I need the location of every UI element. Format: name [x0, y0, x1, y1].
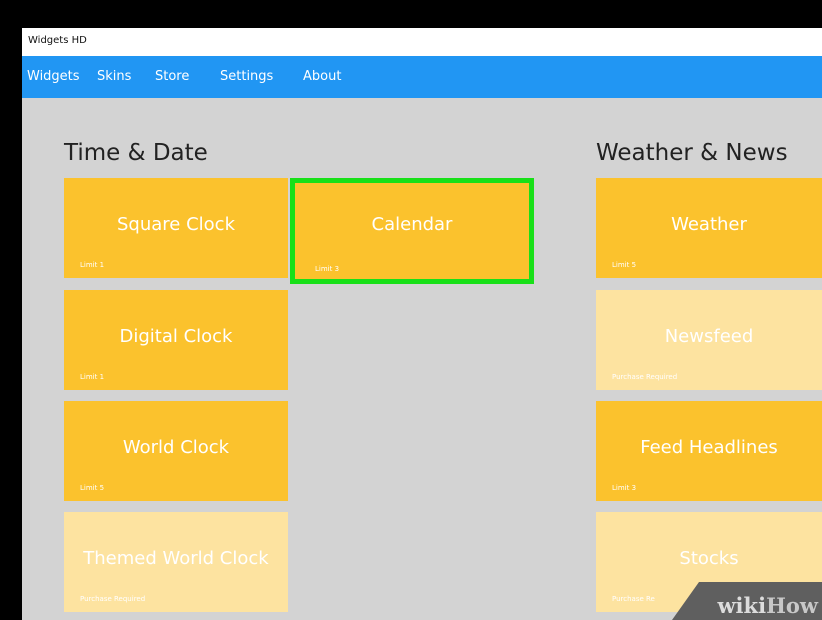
tile-name: Weather — [671, 214, 747, 235]
section-title-weather-news: Weather & News — [596, 140, 788, 166]
tile-status: Purchase Required — [80, 595, 146, 603]
wikihow-logo-part2: How — [766, 593, 818, 618]
nav-skins[interactable]: Skins — [97, 69, 131, 84]
nav-store[interactable]: Store — [155, 69, 189, 84]
tile-digital-clock[interactable]: Digital Clock Limit 1 — [64, 290, 288, 390]
section-title-time-date: Time & Date — [64, 140, 208, 166]
tile-status: Limit 5 — [612, 261, 637, 269]
app-title: Widgets HD — [28, 35, 87, 46]
tile-name: Stocks — [679, 548, 739, 569]
tile-name: Newsfeed — [664, 326, 754, 347]
nav-settings[interactable]: Settings — [220, 69, 273, 84]
tile-status: Purchase Re — [612, 595, 655, 603]
tile-name: Digital Clock — [119, 326, 233, 347]
widgets-app-window: Widgets HD Widgets Skins Store Settings … — [22, 28, 822, 620]
nav-bar: Widgets Skins Store Settings About — [22, 56, 822, 98]
nav-about[interactable]: About — [303, 69, 341, 84]
tile-world-clock[interactable]: World Clock Limit 5 — [64, 401, 288, 501]
tile-status: Limit 3 — [612, 484, 637, 492]
tile-feed-headlines[interactable]: Feed Headlines Limit 3 — [596, 401, 822, 501]
wikihow-logo-part1: wiki — [717, 593, 767, 618]
wikihow-logo: wikiHow — [717, 593, 818, 618]
tile-status: Limit 1 — [80, 373, 105, 381]
nav-widgets[interactable]: Widgets — [27, 69, 80, 84]
tile-status: Limit 5 — [80, 484, 105, 492]
tile-status: Limit 1 — [80, 261, 105, 269]
tile-weather[interactable]: Weather Limit 5 — [596, 178, 822, 278]
tile-name: Square Clock — [117, 214, 235, 235]
selection-highlight — [290, 178, 534, 284]
tile-status: Purchase Required — [612, 373, 678, 381]
tile-square-clock[interactable]: Square Clock Limit 1 — [64, 178, 288, 278]
tile-themed-world-clock[interactable]: Themed World Clock Purchase Required — [64, 512, 288, 612]
tile-name: Feed Headlines — [640, 437, 778, 458]
title-bar: Widgets HD — [22, 28, 822, 56]
tile-name: Themed World Clock — [83, 548, 269, 569]
tile-name: World Clock — [122, 437, 230, 458]
tile-newsfeed[interactable]: Newsfeed Purchase Required — [596, 290, 822, 390]
